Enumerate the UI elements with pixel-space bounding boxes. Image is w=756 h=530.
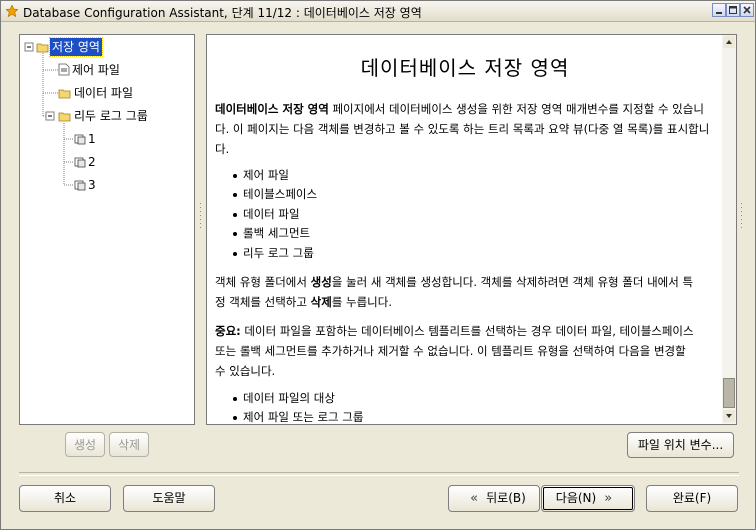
splitter-handle[interactable] <box>199 201 202 231</box>
folder-icon <box>58 89 71 99</box>
finish-button[interactable]: 완료(F) <box>646 485 738 512</box>
chevron-right-icon: » <box>604 491 613 506</box>
tree-node-label: 2 <box>88 155 96 169</box>
tree-node-label: 데이터 파일 <box>74 86 134 100</box>
next-button[interactable]: 다음(N) » <box>541 485 635 512</box>
vertical-scrollbar[interactable] <box>722 35 736 424</box>
page-title: 데이터베이스 저장 영역 <box>360 56 570 80</box>
tree-node-redo-group-1[interactable]: 1 <box>74 130 98 148</box>
delete-bold-text: 삭제 <box>310 295 332 309</box>
tree-node-redo-group-3[interactable]: 3 <box>74 176 98 194</box>
list-item: 데이터 파일 <box>215 205 317 224</box>
app-icon <box>6 5 18 17</box>
object-list: 제어 파일 테이블스페이스 데이터 파일 롤백 세그먼트 리두 로그 그룹 <box>215 166 317 263</box>
title-bar: Database Configuration Assistant, 단계 11/… <box>1 1 755 22</box>
text-run: 객체 유형 폴더에서 <box>215 275 311 289</box>
folder-open-icon <box>58 112 71 122</box>
tree-node-redo-log-groups[interactable]: 리두 로그 그룹 <box>58 107 150 125</box>
list-item: 롤백 세그먼트 <box>215 224 317 243</box>
minimize-button[interactable] <box>712 3 726 17</box>
maximize-button[interactable] <box>726 3 740 17</box>
tree-node-label: 저장 영역 <box>49 37 103 57</box>
scroll-up-button[interactable] <box>723 36 735 48</box>
divider <box>19 472 739 476</box>
intro-bold-text: 데이터베이스 저장 영역 <box>215 102 329 116</box>
tree-node-redo-group-2[interactable]: 2 <box>74 153 98 171</box>
list-item: 리두 로그 그룹 <box>215 244 317 263</box>
dbca-window: Database Configuration Assistant, 단계 11/… <box>0 0 756 530</box>
folder-open-icon <box>36 43 49 53</box>
note-text: 데이터 파일을 포함하는 데이터베이스 템플리트를 선택하는 경우 데이터 파일… <box>215 324 694 378</box>
tree-node-storage[interactable]: 저장 영역 <box>36 37 103 57</box>
chevron-left-icon: « <box>470 491 479 506</box>
tree-node-label: 1 <box>88 132 96 146</box>
redo-log-icon <box>74 180 86 191</box>
scroll-down-button[interactable] <box>723 410 735 422</box>
create-bold-text: 생성 <box>310 275 332 289</box>
close-button[interactable] <box>740 3 754 17</box>
list-item: 테이블스페이스 <box>215 185 317 204</box>
help-button[interactable]: 도움말 <box>123 485 215 512</box>
create-button[interactable]: 생성 <box>65 432 105 457</box>
document-icon <box>58 63 70 76</box>
tree-node-label: 3 <box>88 178 96 192</box>
cancel-button[interactable]: 취소 <box>19 485 111 512</box>
window-title: Database Configuration Assistant, 단계 11/… <box>23 6 422 20</box>
list-item: 데이터 파일의 대상 <box>215 389 363 408</box>
redo-log-icon <box>74 134 86 145</box>
delete-button[interactable]: 삭제 <box>109 432 149 457</box>
tree-node-label: 리두 로그 그룹 <box>74 109 148 123</box>
tree-node-control-files[interactable]: 제어 파일 <box>58 61 122 79</box>
tree-node-data-files[interactable]: 데이터 파일 <box>58 84 135 102</box>
text-run: 를 누릅니다. <box>331 295 392 309</box>
list-item: 제어 파일 또는 로그 그룹 <box>215 408 363 424</box>
note-paragraph: 중요: 데이터 파일을 포함하는 데이터베이스 템플리트를 선택하는 경우 데이… <box>215 321 695 381</box>
intro-paragraph: 데이터베이스 저장 영역 페이지에서 데이터베이스 생성을 위한 저장 영역 매… <box>215 99 715 159</box>
changes-list: 데이터 파일의 대상 제어 파일 또는 로그 그룹 <box>215 389 363 424</box>
storage-tree[interactable]: 저장 영역 제어 파일 데이터 파일 리두 로그 그룹 1 2 3 <box>19 34 195 425</box>
back-button-label: 뒤로(B) <box>486 491 526 505</box>
expand-toggle-icon <box>24 42 34 52</box>
redo-log-icon <box>74 157 86 168</box>
scrollbar-thumb[interactable] <box>723 378 735 408</box>
tree-node-label: 제어 파일 <box>72 63 120 77</box>
splitter-handle[interactable] <box>740 201 743 231</box>
create-delete-paragraph: 객체 유형 폴더에서 생성을 눌러 새 객체를 생성합니다. 객체를 삭제하려면… <box>215 272 695 312</box>
file-location-variables-button[interactable]: 파일 위치 변수... <box>627 432 734 458</box>
back-button[interactable]: « 뒤로(B) <box>448 485 540 512</box>
list-item: 제어 파일 <box>215 166 317 185</box>
next-button-label: 다음(N) <box>555 491 597 505</box>
note-bold-text: 중요: <box>215 324 241 338</box>
help-content-panel: 데이터베이스 저장 영역 데이터베이스 저장 영역 페이지에서 데이터베이스 생… <box>206 34 737 425</box>
